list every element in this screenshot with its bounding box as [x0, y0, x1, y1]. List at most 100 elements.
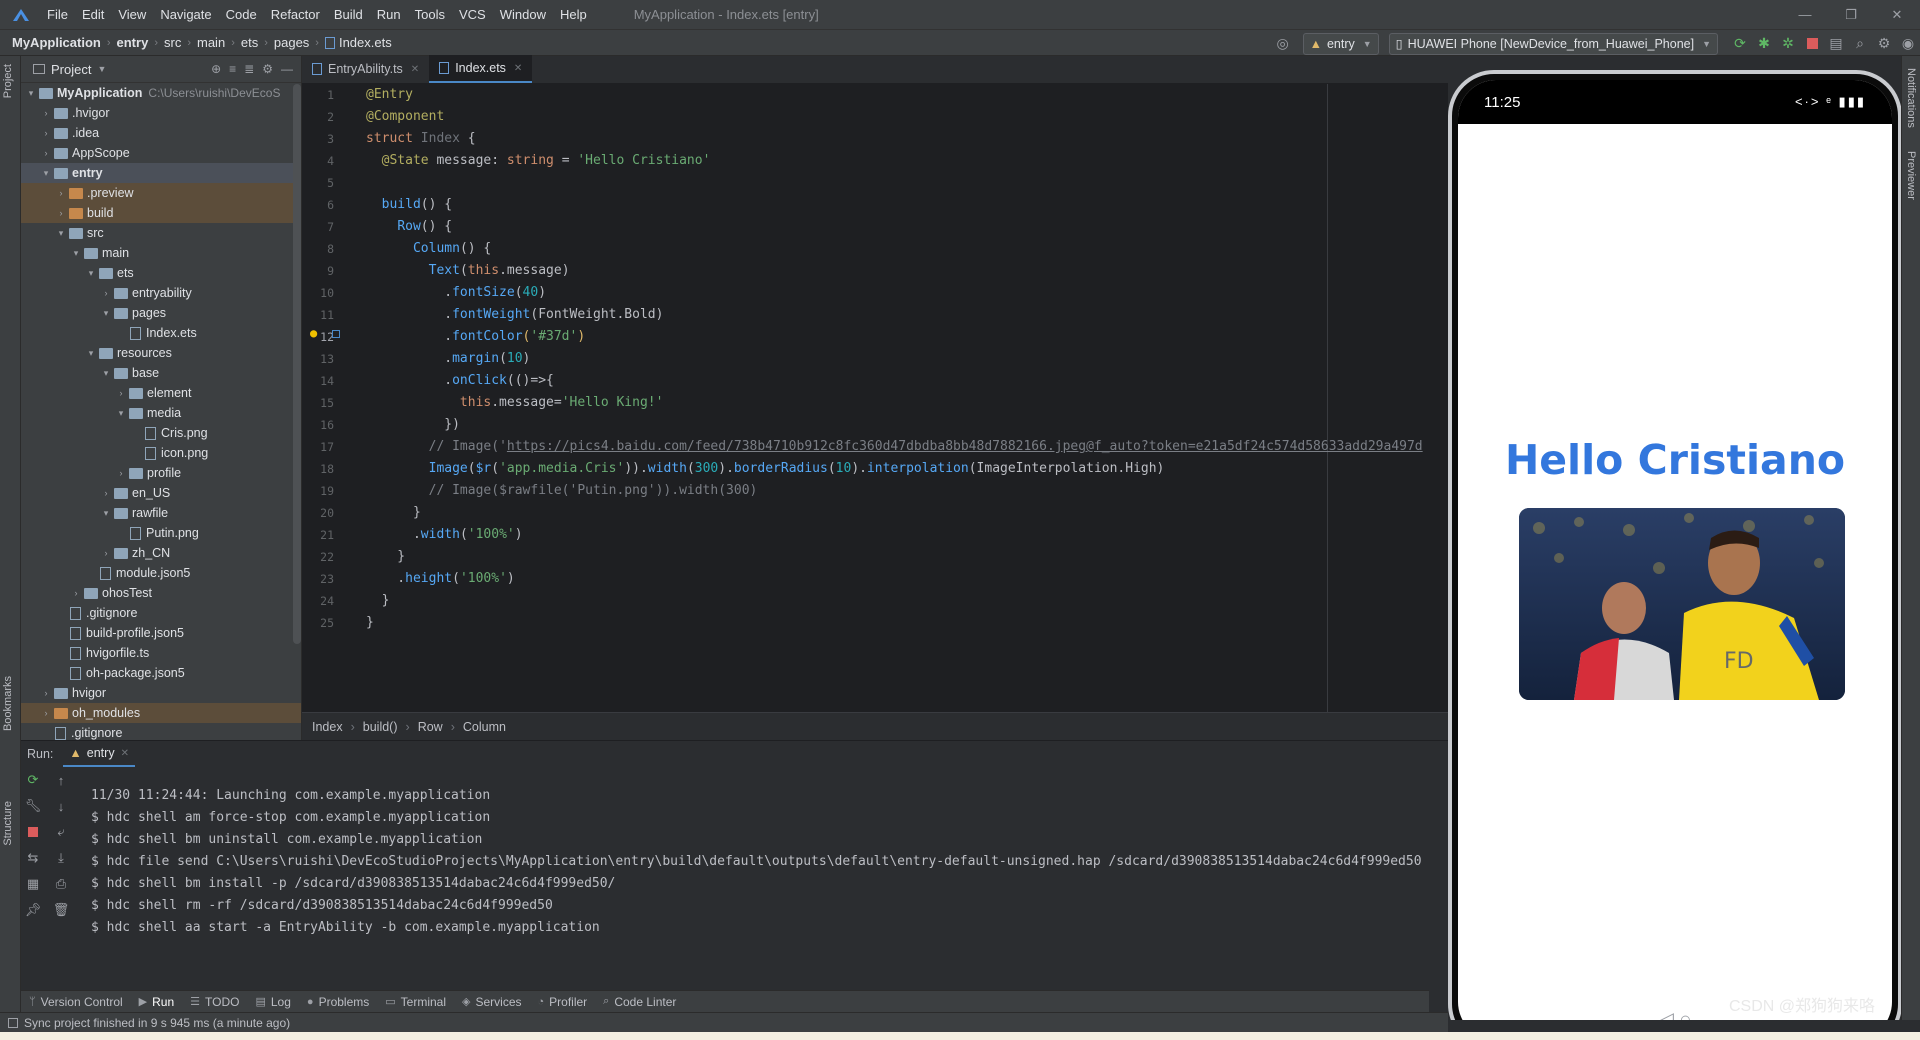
scroll-down-icon[interactable]: ↓	[49, 793, 73, 819]
code-line[interactable]: }	[366, 612, 1446, 634]
menu-vcs[interactable]: VCS	[452, 0, 493, 29]
code-line[interactable]: })	[366, 414, 1446, 436]
project-tool-tab[interactable]: Project	[2, 64, 14, 98]
tree-item[interactable]: .gitignore	[21, 603, 301, 623]
code-line[interactable]: this.message='Hello King!'	[366, 392, 1446, 414]
breadcrumb-item[interactable]: MyApplication	[12, 35, 101, 50]
tree-item[interactable]: Cris.png	[21, 423, 301, 443]
chevron-right-icon[interactable]: ›	[40, 708, 52, 718]
code-line[interactable]: }	[366, 546, 1446, 568]
chevron-right-icon[interactable]: ›	[100, 488, 112, 498]
code-line[interactable]: Image($r('app.media.Cris')).width(300).b…	[366, 458, 1446, 480]
close-icon[interactable]: ✕	[411, 64, 419, 75]
close-icon[interactable]: ✕	[121, 748, 129, 759]
tree-item[interactable]: › oh_modules	[21, 703, 301, 723]
code-line[interactable]: struct Index {	[366, 128, 1446, 150]
tool-services[interactable]: ◈ Services	[462, 995, 521, 1009]
notifications-tool-tab[interactable]: Notifications	[1905, 68, 1917, 128]
tree-item[interactable]: ▾ MyApplication C:\Users\ruishi\DevEcoS	[21, 83, 301, 103]
scroll-to-end-icon[interactable]: ⤓	[49, 845, 73, 871]
menu-run[interactable]: Run	[370, 0, 408, 29]
print-icon[interactable]: ⎙	[49, 871, 73, 897]
menu-build[interactable]: Build	[327, 0, 370, 29]
editor-tab[interactable]: Index.ets ✕	[429, 55, 533, 83]
code-line[interactable]: .fontSize(40)	[366, 282, 1446, 304]
tree-item[interactable]: ▾ rawfile	[21, 503, 301, 523]
restore-layout-icon[interactable]: ⇆	[21, 845, 45, 871]
tree-item[interactable]: ▾ src	[21, 223, 301, 243]
tree-item[interactable]: ▾ entry	[21, 163, 301, 183]
minimize-icon[interactable]: —	[1782, 0, 1828, 29]
restore-icon[interactable]: ❐	[1828, 0, 1874, 29]
menu-tools[interactable]: Tools	[408, 0, 452, 29]
stop-icon[interactable]	[1800, 32, 1824, 56]
tool-profiler[interactable]: ◔ Profiler	[538, 995, 588, 1009]
breadcrumb-item[interactable]: src	[164, 35, 181, 50]
expand-all-icon[interactable]: ≡	[229, 62, 236, 76]
clear-icon[interactable]: 🗑︎	[49, 897, 73, 923]
editor-breadcrumb-item[interactable]: Index	[312, 720, 343, 734]
code-line[interactable]: .fontWeight(FontWeight.Bold)	[366, 304, 1446, 326]
menu-file[interactable]: File	[40, 0, 75, 29]
run-tab-entry[interactable]: ▲ entry ✕	[63, 741, 135, 767]
chevron-right-icon[interactable]: ›	[100, 548, 112, 558]
menu-view[interactable]: View	[111, 0, 153, 29]
phone-screen[interactable]: 11:25 <·> ᵉ ▮▮▮ Hello Cristiano FD ◁ ○	[1458, 80, 1892, 1020]
breadcrumb-item[interactable]: entry	[117, 35, 149, 50]
close-icon[interactable]: ✕	[1874, 0, 1920, 29]
code-line[interactable]: build() {	[366, 194, 1446, 216]
chevron-down-icon[interactable]: ▾	[40, 168, 52, 179]
breadcrumb-item[interactable]: main	[197, 35, 225, 50]
code-line[interactable]: .margin(10)	[366, 348, 1446, 370]
chevron-down-icon[interactable]: ▾	[115, 408, 127, 419]
tree-item[interactable]: › hvigor	[21, 683, 301, 703]
code-area[interactable]: 1 2 3 4 5 6 7 8 9 10 11 12 13 14 15 16 17 18 19 20 21 22 23 24 2…	[302, 84, 1448, 712]
tree-item[interactable]: › .hvigor	[21, 103, 301, 123]
code-line[interactable]: @State message: string = 'Hello Cristian…	[366, 150, 1446, 172]
menu-edit[interactable]: Edit	[75, 0, 111, 29]
tree-item[interactable]: › element	[21, 383, 301, 403]
tree-item[interactable]: ▾ main	[21, 243, 301, 263]
target-icon[interactable]: ◎	[1271, 32, 1295, 56]
bookmark-icon[interactable]	[332, 330, 340, 338]
tree-item[interactable]: Putin.png	[21, 523, 301, 543]
tree-item[interactable]: › build	[21, 203, 301, 223]
tree-item[interactable]: ▾ ets	[21, 263, 301, 283]
project-panel-title[interactable]: Project	[51, 62, 91, 77]
tree-item[interactable]: ▾ media	[21, 403, 301, 423]
tree-item[interactable]: ▾ base	[21, 363, 301, 383]
menu-navigate[interactable]: Navigate	[153, 0, 218, 29]
attach-debugger-icon[interactable]: ✲	[1776, 32, 1800, 56]
tool-code-linter[interactable]: ⌕ Code Linter	[603, 995, 676, 1009]
editor-breadcrumb-item[interactable]: Column	[463, 720, 506, 734]
tree-item[interactable]: build-profile.json5	[21, 623, 301, 643]
code-line[interactable]: .onClick(()=>{	[366, 370, 1446, 392]
tree-item[interactable]: › .idea	[21, 123, 301, 143]
breadcrumb-item[interactable]: pages	[274, 35, 309, 50]
tree-item[interactable]: › profile	[21, 463, 301, 483]
tree-item[interactable]: › ohosTest	[21, 583, 301, 603]
code-line[interactable]: }	[366, 590, 1446, 612]
chevron-right-icon[interactable]: ›	[115, 388, 127, 398]
chevron-right-icon[interactable]: ›	[55, 188, 67, 198]
chevron-right-icon[interactable]: ›	[100, 288, 112, 298]
code-line[interactable]: Column() {	[366, 238, 1446, 260]
tree-item[interactable]: › en_US	[21, 483, 301, 503]
chevron-down-icon[interactable]: ▾	[70, 248, 82, 259]
tree-item[interactable]: icon.png	[21, 443, 301, 463]
layout-icon[interactable]: ▦	[21, 871, 45, 897]
tree-item[interactable]: ▾ pages	[21, 303, 301, 323]
tool-terminal[interactable]: ▭ Terminal	[385, 995, 446, 1009]
soft-wrap-icon[interactable]: ⤶	[49, 819, 73, 845]
menu-help[interactable]: Help	[553, 0, 594, 29]
chevron-down-icon[interactable]: ▾	[85, 348, 97, 359]
run-console[interactable]: 11/30 11:24:44: Launching com.example.my…	[91, 785, 1448, 939]
breadcrumb-item[interactable]: Index.ets	[339, 35, 392, 50]
structure-tool-tab[interactable]: Structure	[2, 801, 14, 846]
profile-icon[interactable]: ◉	[1896, 32, 1920, 56]
tree-item[interactable]: › .preview	[21, 183, 301, 203]
tool-todo[interactable]: ☰ TODO	[190, 995, 239, 1009]
chevron-right-icon[interactable]: ›	[40, 108, 52, 118]
search-icon[interactable]: ⌕	[1848, 32, 1872, 56]
code-line[interactable]: @Component	[366, 106, 1446, 128]
